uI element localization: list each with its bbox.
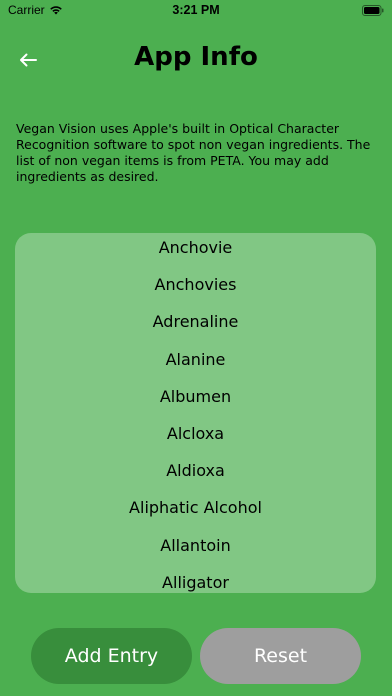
page-title: App Info <box>134 42 258 72</box>
list-item[interactable]: Anchovie <box>15 233 376 266</box>
reset-button[interactable]: Reset <box>200 628 361 684</box>
status-bar: Carrier 3:21 PM <box>0 0 392 22</box>
list-item[interactable]: Adrenaline <box>15 303 376 340</box>
add-entry-button[interactable]: Add Entry <box>31 628 192 684</box>
list-item[interactable]: Alligator <box>15 564 376 593</box>
ingredient-list[interactable]: Anchovie Anchovies Adrenaline Alanine Al… <box>15 233 376 593</box>
battery-icon <box>362 5 384 16</box>
list-item[interactable]: Allantoin <box>15 527 376 564</box>
list-item[interactable]: Albumen <box>15 378 376 415</box>
list-item[interactable]: Aliphatic Alcohol <box>15 489 376 526</box>
nav-bar: App Info <box>0 36 392 84</box>
list-item[interactable]: Aldioxa <box>15 452 376 489</box>
list-item[interactable]: Alanine <box>15 341 376 378</box>
list-item[interactable]: Anchovies <box>15 266 376 303</box>
list-item[interactable]: Alcloxa <box>15 415 376 452</box>
app-description: Vegan Vision uses Apple's built in Optic… <box>16 121 371 184</box>
status-time: 3:21 PM <box>172 3 220 17</box>
